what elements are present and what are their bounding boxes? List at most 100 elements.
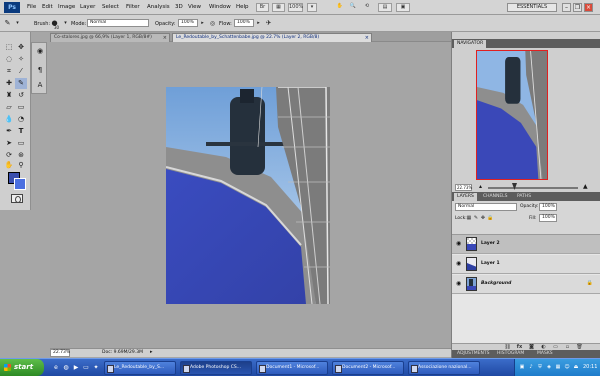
menu-layer[interactable]: Layer (80, 4, 95, 10)
update-icon[interactable]: ◈ (546, 364, 552, 371)
layer-opacity-field[interactable]: 100% (539, 203, 557, 211)
zoom-tool-icon[interactable]: ⚲ (15, 160, 27, 171)
menu-filter[interactable]: Filter (126, 4, 140, 10)
dropdown-arrow-icon[interactable]: ▾ (13, 19, 22, 28)
layer-row-background[interactable]: ◉ Background 🔒 (452, 275, 600, 294)
tab-adjustments[interactable]: ADJUSTMENTS (454, 350, 492, 358)
taskbar-button-photoshop[interactable]: Adobe Photoshop CS... (180, 361, 252, 375)
fill-field[interactable]: 100% (539, 214, 557, 222)
volume-icon[interactable]: ♪ (528, 364, 534, 371)
tab-co-stalores[interactable]: Co-stalores.jpg @ 66,9% (Layer 1, RGB/8#… (50, 33, 170, 42)
navigator-preview[interactable] (476, 50, 548, 180)
hand-tool-icon[interactable]: ✋ (3, 160, 15, 171)
lock-position-icon[interactable]: ✥ (480, 215, 486, 221)
taskbar-button-le-redoutable[interactable]: Le_Redoutable_by_S... (104, 361, 176, 375)
layer-row-layer-2[interactable]: ◉ Layer 2 (452, 235, 600, 254)
close-tab-icon[interactable]: × (163, 34, 167, 42)
tab-histogram[interactable]: HISTOGRAM (494, 350, 527, 358)
workspace-switcher[interactable]: ESSENTIALS (507, 3, 557, 12)
menu-window[interactable]: Window (209, 4, 231, 10)
marquee-tool-icon[interactable]: ⬚ (3, 42, 15, 53)
zoom-field[interactable]: 22.73% (50, 349, 70, 357)
safely-remove-icon[interactable]: ⏏ (573, 364, 579, 371)
crop-tool-icon[interactable]: ⌗ (3, 66, 15, 77)
type-tool-icon[interactable]: T (15, 126, 27, 137)
flow-arrow-icon[interactable]: ▸ (254, 19, 263, 28)
internet-explorer-icon[interactable]: e (52, 363, 60, 372)
menu-image[interactable]: Image (58, 4, 75, 10)
zoom-tool-icon[interactable]: 🔍 (348, 3, 358, 12)
hand-tool-icon[interactable]: ✋ (335, 3, 345, 12)
zoom-level-button[interactable]: 100% (288, 3, 303, 12)
opacity-arrow-icon[interactable]: ▸ (198, 19, 207, 28)
brush-picker-arrow-icon[interactable]: ▾ (61, 19, 70, 28)
network-icon[interactable]: ▣ (519, 364, 525, 371)
pen-tool-icon[interactable]: ✒ (3, 126, 15, 137)
canvas-area[interactable] (50, 42, 451, 348)
layer-row-layer-1[interactable]: ◉ Layer 1 (452, 255, 600, 274)
menu-file[interactable]: File (27, 4, 36, 10)
status-menu-arrow-icon[interactable]: ▸ (150, 349, 153, 355)
tab-masks[interactable]: MASKS (534, 350, 556, 358)
media-player-icon[interactable]: ▶ (72, 363, 80, 372)
lasso-tool-icon[interactable]: ◌ (3, 54, 15, 65)
tab-navigator[interactable]: NAVIGATOR (454, 40, 487, 48)
tab-le-redoutable[interactable]: Le_Redoutable_by_Schattenbabe.jpg @ 22.7… (172, 33, 372, 42)
quick-mask-icon[interactable] (11, 194, 23, 203)
eye-icon[interactable]: ◉ (456, 280, 463, 287)
zoom-out-icon[interactable]: ▴ (479, 183, 482, 190)
flow-field[interactable]: 100% (234, 19, 254, 27)
healing-brush-tool-icon[interactable]: ✚ (3, 78, 15, 89)
blur-tool-icon[interactable]: 💧 (3, 114, 15, 125)
lock-image-icon[interactable]: ✎ (473, 215, 479, 221)
rectangle-tool-icon[interactable]: ▭ (15, 138, 27, 149)
language-icon[interactable]: ▦ (555, 364, 561, 371)
bridge-button[interactable]: Br (256, 3, 269, 12)
lock-transparent-icon[interactable]: ▦ (466, 215, 472, 221)
rotate-view-icon[interactable]: ⟲ (362, 3, 372, 12)
eyedropper-tool-icon[interactable]: ⁄ (15, 66, 27, 77)
tab-paths[interactable]: PATHS (514, 193, 534, 201)
gradient-tool-icon[interactable]: ▭ (15, 102, 27, 113)
move-tool-icon[interactable]: ✥ (15, 42, 27, 53)
paragraph-panel-icon[interactable]: ¶ (35, 65, 45, 75)
background-color-swatch[interactable] (14, 178, 26, 190)
brush-tool-icon[interactable]: ✎ (15, 78, 27, 89)
zoom-in-icon[interactable]: ▲ (583, 183, 588, 190)
info-panel-icon[interactable]: ◉ (35, 46, 45, 56)
minibridge-icon[interactable]: ▦ (272, 3, 285, 12)
menu-analysis[interactable]: Analysis (147, 4, 170, 10)
airbrush-icon[interactable]: ✈ (264, 19, 273, 28)
history-brush-tool-icon[interactable]: ↺ (15, 90, 27, 101)
messenger-icon[interactable]: ☺ (564, 364, 570, 371)
blend-mode-select[interactable]: Normal (455, 203, 517, 211)
quick-selection-tool-icon[interactable]: ✧ (15, 54, 27, 65)
menu-select[interactable]: Select (102, 4, 119, 10)
menu-help[interactable]: Help (236, 4, 249, 10)
menu-3d[interactable]: 3D (175, 4, 183, 10)
character-panel-icon[interactable]: A (35, 80, 45, 90)
restore-icon[interactable]: ❐ (573, 3, 582, 12)
eye-icon[interactable]: ◉ (456, 240, 463, 247)
path-selection-tool-icon[interactable]: ➤ (3, 138, 15, 149)
close-icon[interactable]: × (584, 3, 593, 12)
taskbar-button-document2[interactable]: Document2 - Microsof... (332, 361, 404, 375)
folder-icon[interactable]: ▭ (82, 363, 90, 372)
start-button[interactable]: start (0, 359, 44, 376)
document-image[interactable] (166, 87, 330, 304)
opacity-field[interactable]: 100% (178, 19, 198, 27)
minimize-icon[interactable]: – (562, 3, 571, 12)
menu-edit[interactable]: Edit (42, 4, 53, 10)
screen-mode-icon[interactable]: ▣ (396, 3, 410, 12)
lock-all-icon[interactable]: 🔒 (487, 215, 493, 221)
menu-view[interactable]: View (188, 4, 201, 10)
quick-launch-icon[interactable]: ✦ (92, 363, 100, 372)
clone-stamp-tool-icon[interactable]: ♜ (3, 90, 15, 101)
brush-tool-preset-icon[interactable]: ✎ (3, 19, 12, 28)
eye-icon[interactable]: ◉ (456, 260, 463, 267)
firefox-icon[interactable]: ◍ (62, 363, 70, 372)
extras-icon[interactable]: ▾ (307, 3, 317, 12)
tab-channels[interactable]: CHANNELS (480, 193, 511, 201)
navigator-zoom-slider[interactable] (488, 187, 578, 189)
tab-layers[interactable]: LAYERS (454, 193, 477, 201)
